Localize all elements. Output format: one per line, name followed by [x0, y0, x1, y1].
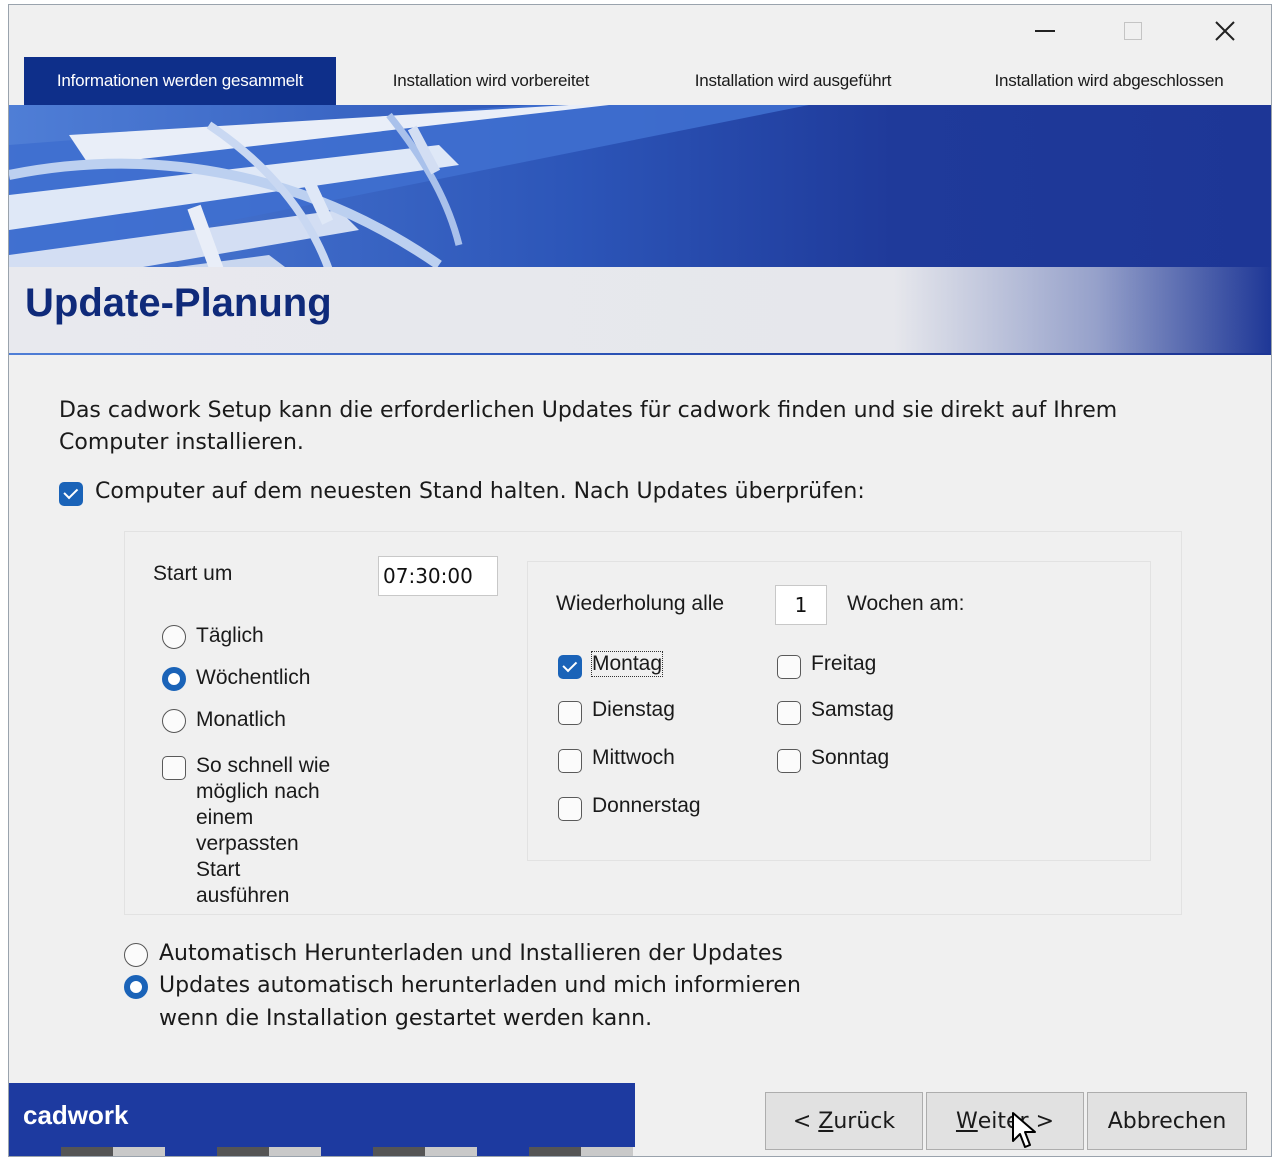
maximize-icon	[1124, 22, 1142, 40]
monthly-label[interactable]: Monatlich	[196, 708, 286, 732]
auto-install-radio[interactable]	[124, 943, 148, 967]
day-checkbox-dienstag[interactable]	[558, 701, 582, 725]
next-button[interactable]: Weiter >	[926, 1092, 1084, 1150]
back-button-accel: Z	[818, 1108, 834, 1134]
missed-start-line: ausführen	[196, 884, 290, 907]
next-button-accel: W	[955, 1108, 978, 1134]
day-label-donnerstag[interactable]: Donnerstag	[592, 794, 701, 818]
maximize-button[interactable]	[1103, 11, 1163, 51]
mouse-cursor-icon	[1012, 1112, 1036, 1148]
keep-updated-label[interactable]: Computer auf dem neuesten Stand halten. …	[95, 479, 865, 504]
start-time-input[interactable]: 07:30:00	[378, 556, 498, 596]
repeat-weeks-input[interactable]: 1	[775, 585, 827, 625]
back-button-rest: urück	[833, 1108, 896, 1134]
missed-start-line: einem	[196, 806, 254, 829]
repeat-label: Wiederholung alle	[556, 592, 725, 615]
title-bar	[9, 5, 1271, 57]
day-label-montag[interactable]: Montag	[590, 651, 664, 677]
missed-start-line: Start	[196, 858, 241, 881]
missed-start-checkbox[interactable]	[162, 756, 186, 780]
step-tab-gathering: Informationen werden gesammelt	[24, 57, 336, 105]
day-label-freitag[interactable]: Freitag	[811, 652, 876, 676]
step-tab-installing: Installation wird ausgeführt	[694, 71, 892, 90]
weekly-label[interactable]: Wöchentlich	[196, 666, 310, 690]
minimize-icon	[1035, 30, 1055, 32]
back-button[interactable]: < Zurück	[765, 1092, 923, 1150]
weekly-radio[interactable]	[162, 667, 186, 691]
keep-updated-checkbox[interactable]	[59, 482, 83, 506]
missed-start-line: verpassten	[196, 832, 299, 855]
missed-start-label[interactable]: So schnell wie möglich nach einem verpas…	[196, 753, 330, 909]
day-checkbox-sonntag[interactable]	[777, 749, 801, 773]
checker-strip	[9, 1147, 635, 1156]
missed-start-line: möglich nach	[196, 780, 320, 803]
day-label-dienstag[interactable]: Dienstag	[592, 698, 675, 722]
notify-install-label-line2[interactable]: wenn die Installation gestartet werden k…	[159, 1006, 652, 1031]
day-checkbox-donnerstag[interactable]	[558, 797, 582, 821]
day-checkbox-freitag[interactable]	[777, 655, 801, 679]
brand-logo-text: cadwork	[23, 1100, 129, 1130]
back-button-prefix: <	[792, 1108, 819, 1134]
auto-install-label[interactable]: Automatisch Herunterladen und Installier…	[159, 941, 783, 966]
day-label-samstag[interactable]: Samstag	[811, 698, 894, 722]
weeks-label: Wochen am:	[847, 592, 965, 615]
monthly-radio[interactable]	[162, 709, 186, 733]
setup-window: Informationen werden gesammelt Installat…	[8, 4, 1272, 1157]
day-checkbox-samstag[interactable]	[777, 701, 801, 725]
close-icon	[1215, 21, 1235, 41]
notify-install-radio[interactable]	[124, 975, 148, 999]
description-text: Das cadwork Setup kann die erforderliche…	[59, 395, 1219, 459]
day-checkbox-mittwoch[interactable]	[558, 749, 582, 773]
day-label-sonntag[interactable]: Sonntag	[811, 746, 889, 770]
daily-label[interactable]: Täglich	[196, 624, 264, 648]
missed-start-line: So schnell wie	[196, 754, 331, 777]
cancel-button[interactable]: Abbrechen	[1087, 1092, 1247, 1150]
day-label-mittwoch[interactable]: Mittwoch	[592, 746, 675, 770]
day-checkbox-montag[interactable]	[558, 655, 582, 679]
start-time-label: Start um	[153, 562, 233, 585]
description-line: Das cadwork Setup kann die erforderliche…	[59, 398, 1118, 423]
daily-radio[interactable]	[162, 625, 186, 649]
page-title: Update-Planung	[25, 281, 332, 325]
close-button[interactable]	[1195, 11, 1255, 51]
minimize-button[interactable]	[1015, 11, 1075, 51]
description-line: Computer installieren.	[59, 430, 304, 455]
notify-install-label[interactable]: Updates automatisch herunterladen und mi…	[159, 973, 801, 998]
step-tab-finishing: Installation wird abgeschlossen	[994, 71, 1224, 90]
step-tabs: Informationen werden gesammelt Installat…	[9, 57, 1271, 105]
step-tab-preparing: Installation wird vorbereitet	[392, 71, 590, 90]
